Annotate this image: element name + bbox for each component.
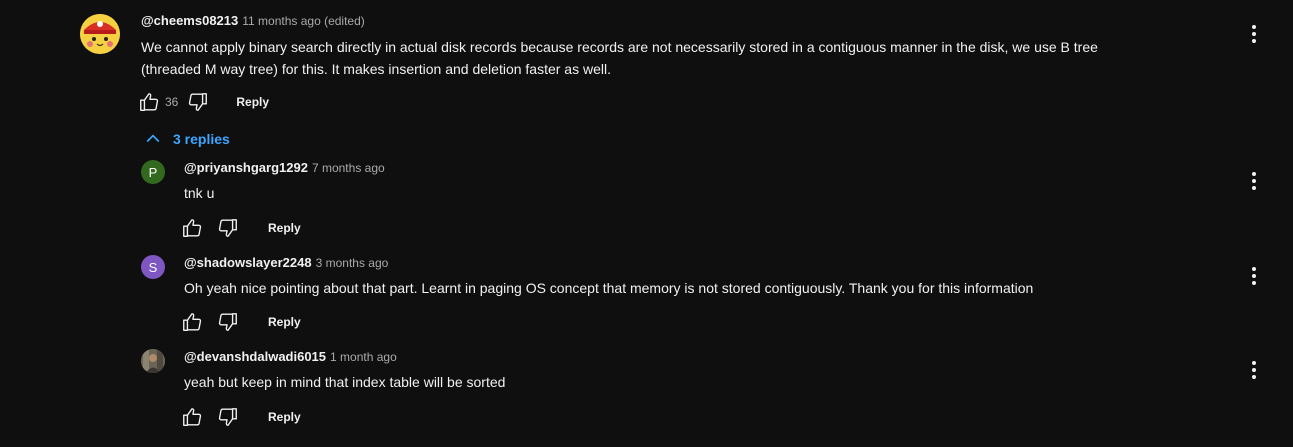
dislike-button[interactable] bbox=[216, 405, 240, 429]
reply-author[interactable]: @shadowslayer2248 bbox=[184, 255, 312, 270]
comment-author[interactable]: @cheems08213 bbox=[141, 13, 238, 28]
comment-text-line: We cannot apply binary search directly i… bbox=[141, 39, 1098, 55]
like-button[interactable] bbox=[137, 90, 161, 114]
comment-actions: 36 Reply bbox=[137, 90, 269, 114]
kebab-menu-icon bbox=[1252, 267, 1256, 285]
thumbs-up-icon bbox=[183, 219, 202, 237]
reply-timestamp[interactable]: 1 month ago bbox=[330, 350, 397, 364]
reply-actions: Reply bbox=[180, 405, 301, 429]
thumbs-up-icon bbox=[140, 93, 159, 111]
thumbs-up-icon bbox=[183, 408, 202, 426]
reply-header: @priyanshgarg1292 7 months ago bbox=[184, 160, 385, 175]
reply-actions: Reply bbox=[180, 216, 301, 240]
kebab-menu-icon bbox=[1252, 25, 1256, 43]
chevron-up-icon bbox=[146, 134, 160, 143]
reply-button[interactable]: Reply bbox=[236, 95, 269, 109]
reply-menu-button[interactable] bbox=[1242, 264, 1266, 288]
reply-timestamp[interactable]: 7 months ago bbox=[312, 161, 385, 175]
avatar[interactable] bbox=[141, 349, 165, 373]
kebab-menu-icon bbox=[1252, 172, 1256, 190]
comment-header: @cheems08213 11 months ago (edited) bbox=[141, 13, 365, 28]
avatar-letter: P bbox=[148, 164, 158, 180]
replies-toggle-button[interactable]: 3 replies bbox=[143, 129, 230, 149]
user-photo-avatar-image bbox=[141, 349, 165, 373]
dislike-button[interactable] bbox=[186, 90, 210, 114]
reply-author[interactable]: @priyanshgarg1292 bbox=[184, 160, 308, 175]
comment-timestamp[interactable]: 11 months ago (edited) bbox=[242, 14, 365, 28]
thumbs-down-icon bbox=[218, 313, 237, 331]
avatar[interactable] bbox=[80, 14, 120, 54]
reply-button[interactable]: Reply bbox=[268, 221, 301, 235]
like-button[interactable] bbox=[180, 405, 204, 429]
reply-button[interactable]: Reply bbox=[268, 410, 301, 424]
avatar[interactable]: S bbox=[141, 255, 165, 279]
avatar-letter: S bbox=[148, 259, 158, 275]
reply-text: yeah but keep in mind that index table w… bbox=[184, 374, 506, 390]
reply-button[interactable]: Reply bbox=[268, 315, 301, 329]
dislike-button[interactable] bbox=[216, 310, 240, 334]
reply-menu-button[interactable] bbox=[1242, 169, 1266, 193]
reply-text: tnk u bbox=[184, 185, 215, 201]
avatar[interactable]: P bbox=[141, 160, 165, 184]
pikachu-avatar-image bbox=[80, 14, 120, 54]
reply-header: @devanshdalwadi6015 1 month ago bbox=[184, 349, 397, 364]
reply-timestamp[interactable]: 3 months ago bbox=[316, 256, 389, 270]
reply-author[interactable]: @devanshdalwadi6015 bbox=[184, 349, 326, 364]
comment-thread: @cheems08213 11 months ago (edited) We c… bbox=[0, 0, 1293, 447]
reply-menu-button[interactable] bbox=[1242, 358, 1266, 382]
kebab-menu-icon bbox=[1252, 361, 1256, 379]
comment-menu-button[interactable] bbox=[1242, 22, 1266, 46]
dislike-button[interactable] bbox=[216, 216, 240, 240]
reply-header: @shadowslayer2248 3 months ago bbox=[184, 255, 388, 270]
like-button[interactable] bbox=[180, 310, 204, 334]
replies-count-label: 3 replies bbox=[173, 131, 230, 147]
thumbs-down-icon bbox=[189, 93, 208, 111]
like-count: 36 bbox=[165, 95, 179, 109]
comment-text: We cannot apply binary search directly i… bbox=[141, 36, 1221, 80]
reply-text: Oh yeah nice pointing about that part. L… bbox=[184, 280, 1034, 296]
comment-text-line: (threaded M way tree) for this. It makes… bbox=[141, 61, 611, 77]
reply-actions: Reply bbox=[180, 310, 301, 334]
thumbs-down-icon bbox=[218, 408, 237, 426]
thumbs-down-icon bbox=[218, 219, 237, 237]
like-button[interactable] bbox=[180, 216, 204, 240]
thumbs-up-icon bbox=[183, 313, 202, 331]
